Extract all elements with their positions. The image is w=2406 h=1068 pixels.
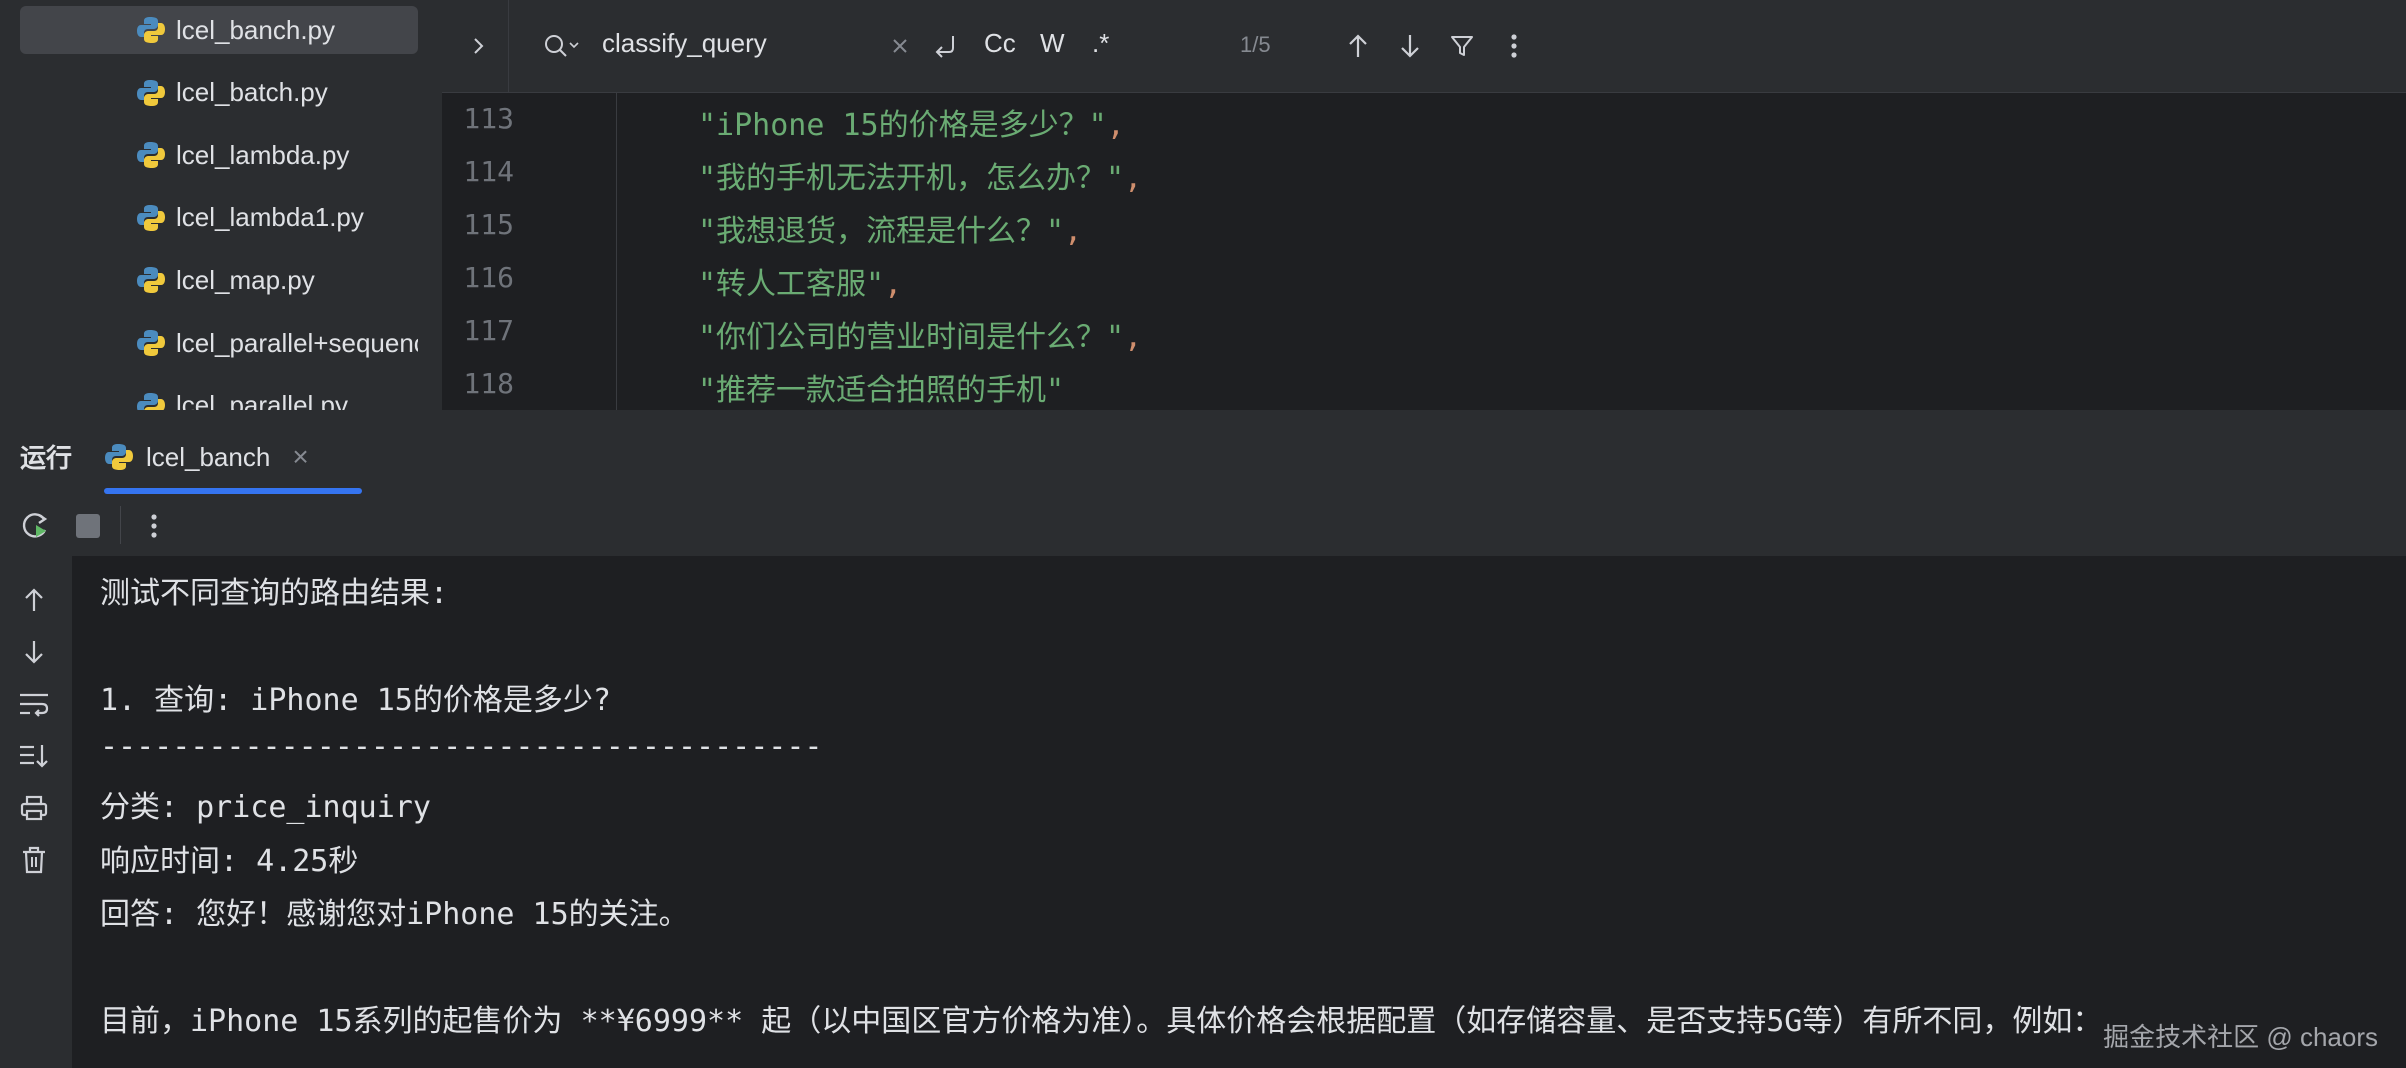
code-line: 115 "我想退货，流程是什么？", [442, 198, 2406, 252]
file-name: lcel_banch.py [176, 14, 335, 45]
code-string: "我想退货，流程是什么？", [698, 206, 1082, 250]
python-file-icon [136, 78, 166, 108]
comma: , [1106, 108, 1125, 143]
line-number: 115 [463, 208, 514, 241]
line-number: 116 [463, 261, 514, 294]
console-line: 测试不同查询的路由结果: [100, 576, 449, 611]
code-line: 114 "我的手机无法开机，怎么办？", [442, 145, 2406, 199]
more-options-icon[interactable] [1494, 26, 1534, 66]
code-string: "转人工客服", [698, 259, 902, 303]
filter-icon[interactable] [1442, 26, 1482, 66]
run-tab[interactable]: lcel_banch × [104, 420, 309, 494]
run-panel-title: 运行 [20, 443, 73, 473]
stop-icon[interactable] [68, 506, 108, 546]
code-line: 116 "转人工客服", [442, 251, 2406, 305]
console-line: 分类: price_inquiry [100, 790, 431, 825]
tree-item-file[interactable]: lcel_batch.py [20, 69, 418, 117]
code-string: "推荐一款适合拍照的手机" [698, 365, 1064, 409]
watermark: 掘金技术社区 @ chaors [2103, 1022, 2378, 1052]
file-name: lcel_lambda1.py [176, 202, 364, 233]
print-icon[interactable] [14, 788, 54, 828]
find-bar: classify_query Cc W .* 1/5 [442, 0, 2406, 93]
line-number: 118 [463, 367, 514, 400]
string-literal: "iPhone 15的价格是多少？" [698, 108, 1107, 143]
trash-icon[interactable] [14, 840, 54, 880]
string-literal: "你们公司的营业时间是什么？" [698, 320, 1125, 355]
close-tab-icon[interactable]: × [292, 441, 308, 473]
console-line: 1. 查询: iPhone 15的价格是多少? [100, 683, 611, 718]
file-name: lcel_map.py [176, 264, 315, 295]
expand-replace-chevron-icon[interactable] [458, 26, 498, 66]
search-input[interactable]: classify_query [602, 28, 767, 59]
code-string: "iPhone 15的价格是多少？", [698, 100, 1125, 144]
code-line: 113 "iPhone 15的价格是多少？", [442, 92, 2406, 146]
run-tab-label: lcel_banch [146, 441, 271, 472]
tree-item-file[interactable]: lcel_lambda.py [20, 131, 418, 179]
arrow-up-icon[interactable] [14, 580, 54, 620]
python-file-icon [136, 328, 166, 358]
code-area[interactable]: 113 "iPhone 15的价格是多少？", 114 "我的手机无法开机，怎么办？"… [442, 92, 2406, 410]
search-history-icon[interactable] [538, 26, 586, 66]
run-toolbar [0, 494, 2406, 557]
python-file-icon [136, 203, 166, 233]
console-line: ---------------------------------------- [100, 728, 823, 764]
python-file-icon [136, 15, 166, 45]
file-name: lcel_parallel.py [176, 390, 348, 410]
python-file-icon [136, 391, 166, 410]
file-name: lcel_batch.py [176, 77, 328, 108]
string-literal: "我的手机无法开机，怎么办？" [698, 161, 1125, 196]
tree-item-file[interactable]: lcel_map.py [20, 256, 418, 304]
code-line: 117 "你们公司的营业时间是什么？", [442, 304, 2406, 358]
match-count: 1/5 [1240, 32, 1271, 57]
file-name: lcel_parallel+sequence.py [176, 327, 418, 358]
comma: , [1124, 320, 1143, 355]
code-line: 118 "推荐一款适合拍照的手机" [442, 357, 2406, 410]
regex-toggle[interactable]: .* [1092, 28, 1109, 59]
line-number: 113 [463, 102, 514, 135]
scroll-to-end-icon[interactable] [14, 736, 54, 776]
console-output[interactable]: 测试不同查询的路由结果: 1. 查询: iPhone 15的价格是多少? -----… [72, 556, 2406, 1068]
arrow-down-icon[interactable] [14, 632, 54, 672]
console-side-toolbar [0, 556, 73, 1068]
console-line: 回答: 您好！感谢您对iPhone 15的关注。 [100, 897, 689, 932]
file-name: lcel_lambda.py [176, 139, 350, 170]
console-line: 目前，iPhone 15系列的起售价为 **¥6999** 起（以中国区官方价格… [100, 1004, 2103, 1039]
soft-wrap-icon[interactable] [14, 684, 54, 724]
string-literal: "转人工客服" [698, 267, 885, 302]
tree-item-file[interactable]: lcel_lambda1.py [20, 194, 418, 242]
tree-item-file[interactable]: lcel_parallel.py [20, 382, 418, 410]
previous-occurrence-icon[interactable] [1338, 26, 1378, 66]
comma: , [1064, 214, 1083, 249]
match-case-toggle[interactable]: Cc [984, 28, 1016, 59]
python-file-icon [136, 140, 166, 170]
run-panel-header: 运行 lcel_banch × [0, 410, 2406, 495]
string-literal: "推荐一款适合拍照的手机" [698, 373, 1065, 408]
comma: , [1124, 161, 1143, 196]
next-occurrence-icon[interactable] [1390, 26, 1430, 66]
console-line: 响应时间: 4.25秒 [100, 843, 359, 879]
code-string: "你们公司的营业时间是什么？", [698, 312, 1142, 356]
python-file-icon [104, 442, 134, 472]
whole-word-toggle[interactable]: W [1040, 28, 1065, 59]
line-number: 114 [463, 155, 514, 188]
tree-item-file[interactable]: lcel_parallel+sequence.py [20, 319, 418, 367]
editor: classify_query Cc W .* 1/5 113 "iPhone 15… [442, 0, 2406, 410]
line-number: 117 [463, 314, 514, 347]
python-file-icon [136, 265, 166, 295]
clear-search-icon[interactable] [882, 28, 918, 64]
code-string: "我的手机无法开机，怎么办？", [698, 153, 1142, 197]
tree-item-file[interactable]: lcel_banch.py [20, 6, 418, 54]
comma: , [884, 267, 903, 302]
new-line-toggle-icon[interactable] [926, 26, 966, 66]
string-literal: "我想退货，流程是什么？" [698, 214, 1065, 249]
project-tree: lcel_banch.py lcel_batch.py lcel_lambda.py… [0, 0, 442, 410]
more-options-icon[interactable] [134, 506, 174, 546]
rerun-icon[interactable] [16, 506, 56, 546]
